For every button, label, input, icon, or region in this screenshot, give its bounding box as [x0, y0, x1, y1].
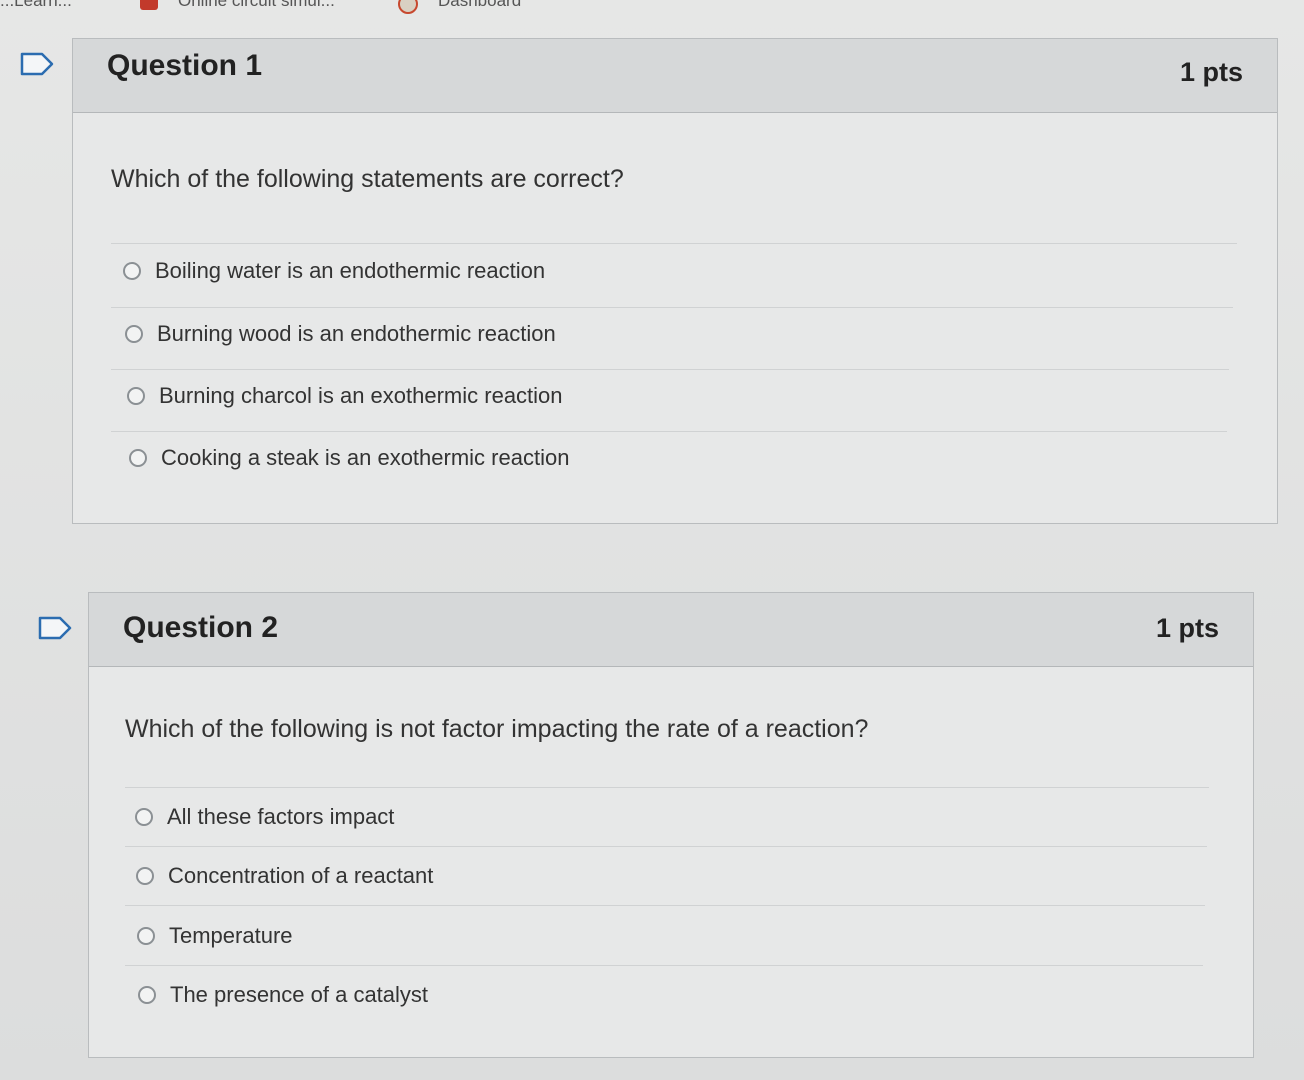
dashboard-icon: [398, 0, 418, 14]
answer-option[interactable]: Burning wood is an endothermic reaction: [125, 314, 556, 354]
radio-button[interactable]: [135, 808, 153, 826]
bookmark-bar: ...Learn... Online circuit simul... Dash…: [0, 0, 1304, 14]
bookmark-dashboard[interactable]: Dashboard: [438, 0, 521, 11]
bookmark-learn[interactable]: ...Learn...: [0, 0, 72, 11]
answer-label: Cooking a steak is an exothermic reactio…: [161, 445, 570, 470]
radio-button[interactable]: [137, 927, 155, 945]
answer-option[interactable]: Cooking a steak is an exothermic reactio…: [129, 438, 569, 478]
answer-option[interactable]: Temperature: [137, 916, 293, 956]
question-points: 1 pts: [1155, 613, 1219, 643]
divider: [111, 243, 1237, 244]
question-card-1: Question 1 1 pts Which of the following …: [72, 38, 1278, 524]
radio-button[interactable]: [125, 325, 143, 343]
divider: [125, 905, 1205, 906]
divider: [111, 307, 1233, 308]
radio-button[interactable]: [127, 387, 145, 405]
answer-label: Burning charcol is an exothermic reactio…: [159, 383, 563, 408]
answer-label: Temperature: [169, 923, 293, 948]
answer-label: Concentration of a reactant: [168, 863, 434, 888]
flag-question-icon[interactable]: [20, 52, 54, 76]
radio-button[interactable]: [123, 262, 141, 280]
question-title: Question 2: [123, 611, 279, 644]
question-header-2: Question 2 1 pts: [89, 593, 1253, 667]
answer-label: All these factors impact: [167, 804, 395, 829]
divider: [125, 787, 1209, 788]
answer-label: Boiling water is an endothermic reaction: [155, 258, 546, 283]
radio-button[interactable]: [129, 449, 147, 467]
question-card-2: Question 2 1 pts Which of the following …: [88, 592, 1254, 1058]
quiz-page: ...Learn... Online circuit simul... Dash…: [0, 0, 1304, 1080]
circuit-icon: [140, 0, 158, 10]
answer-label: Burning wood is an endothermic reaction: [157, 321, 556, 346]
answer-option[interactable]: Concentration of a reactant: [136, 856, 433, 896]
answer-option[interactable]: Boiling water is an endothermic reaction: [123, 251, 545, 291]
divider: [111, 431, 1227, 432]
question-points: 1 pts: [1179, 57, 1243, 87]
question-text: Which of the following statements are co…: [111, 165, 624, 193]
question-title: Question 1: [107, 49, 263, 82]
question-text: Which of the following is not factor imp…: [125, 715, 869, 743]
radio-button[interactable]: [136, 867, 154, 885]
radio-button[interactable]: [138, 986, 156, 1004]
bookmark-circuit-simulator[interactable]: Online circuit simul...: [178, 0, 335, 11]
flag-question-icon[interactable]: [38, 616, 72, 640]
divider: [125, 965, 1203, 966]
answer-option[interactable]: The presence of a catalyst: [138, 975, 428, 1015]
question-header-1: Question 1 1 pts: [73, 39, 1277, 113]
answer-option[interactable]: Burning charcol is an exothermic reactio…: [127, 376, 563, 416]
answer-option[interactable]: All these factors impact: [135, 797, 394, 837]
divider: [111, 369, 1229, 370]
divider: [125, 846, 1207, 847]
answer-label: The presence of a catalyst: [170, 982, 429, 1007]
